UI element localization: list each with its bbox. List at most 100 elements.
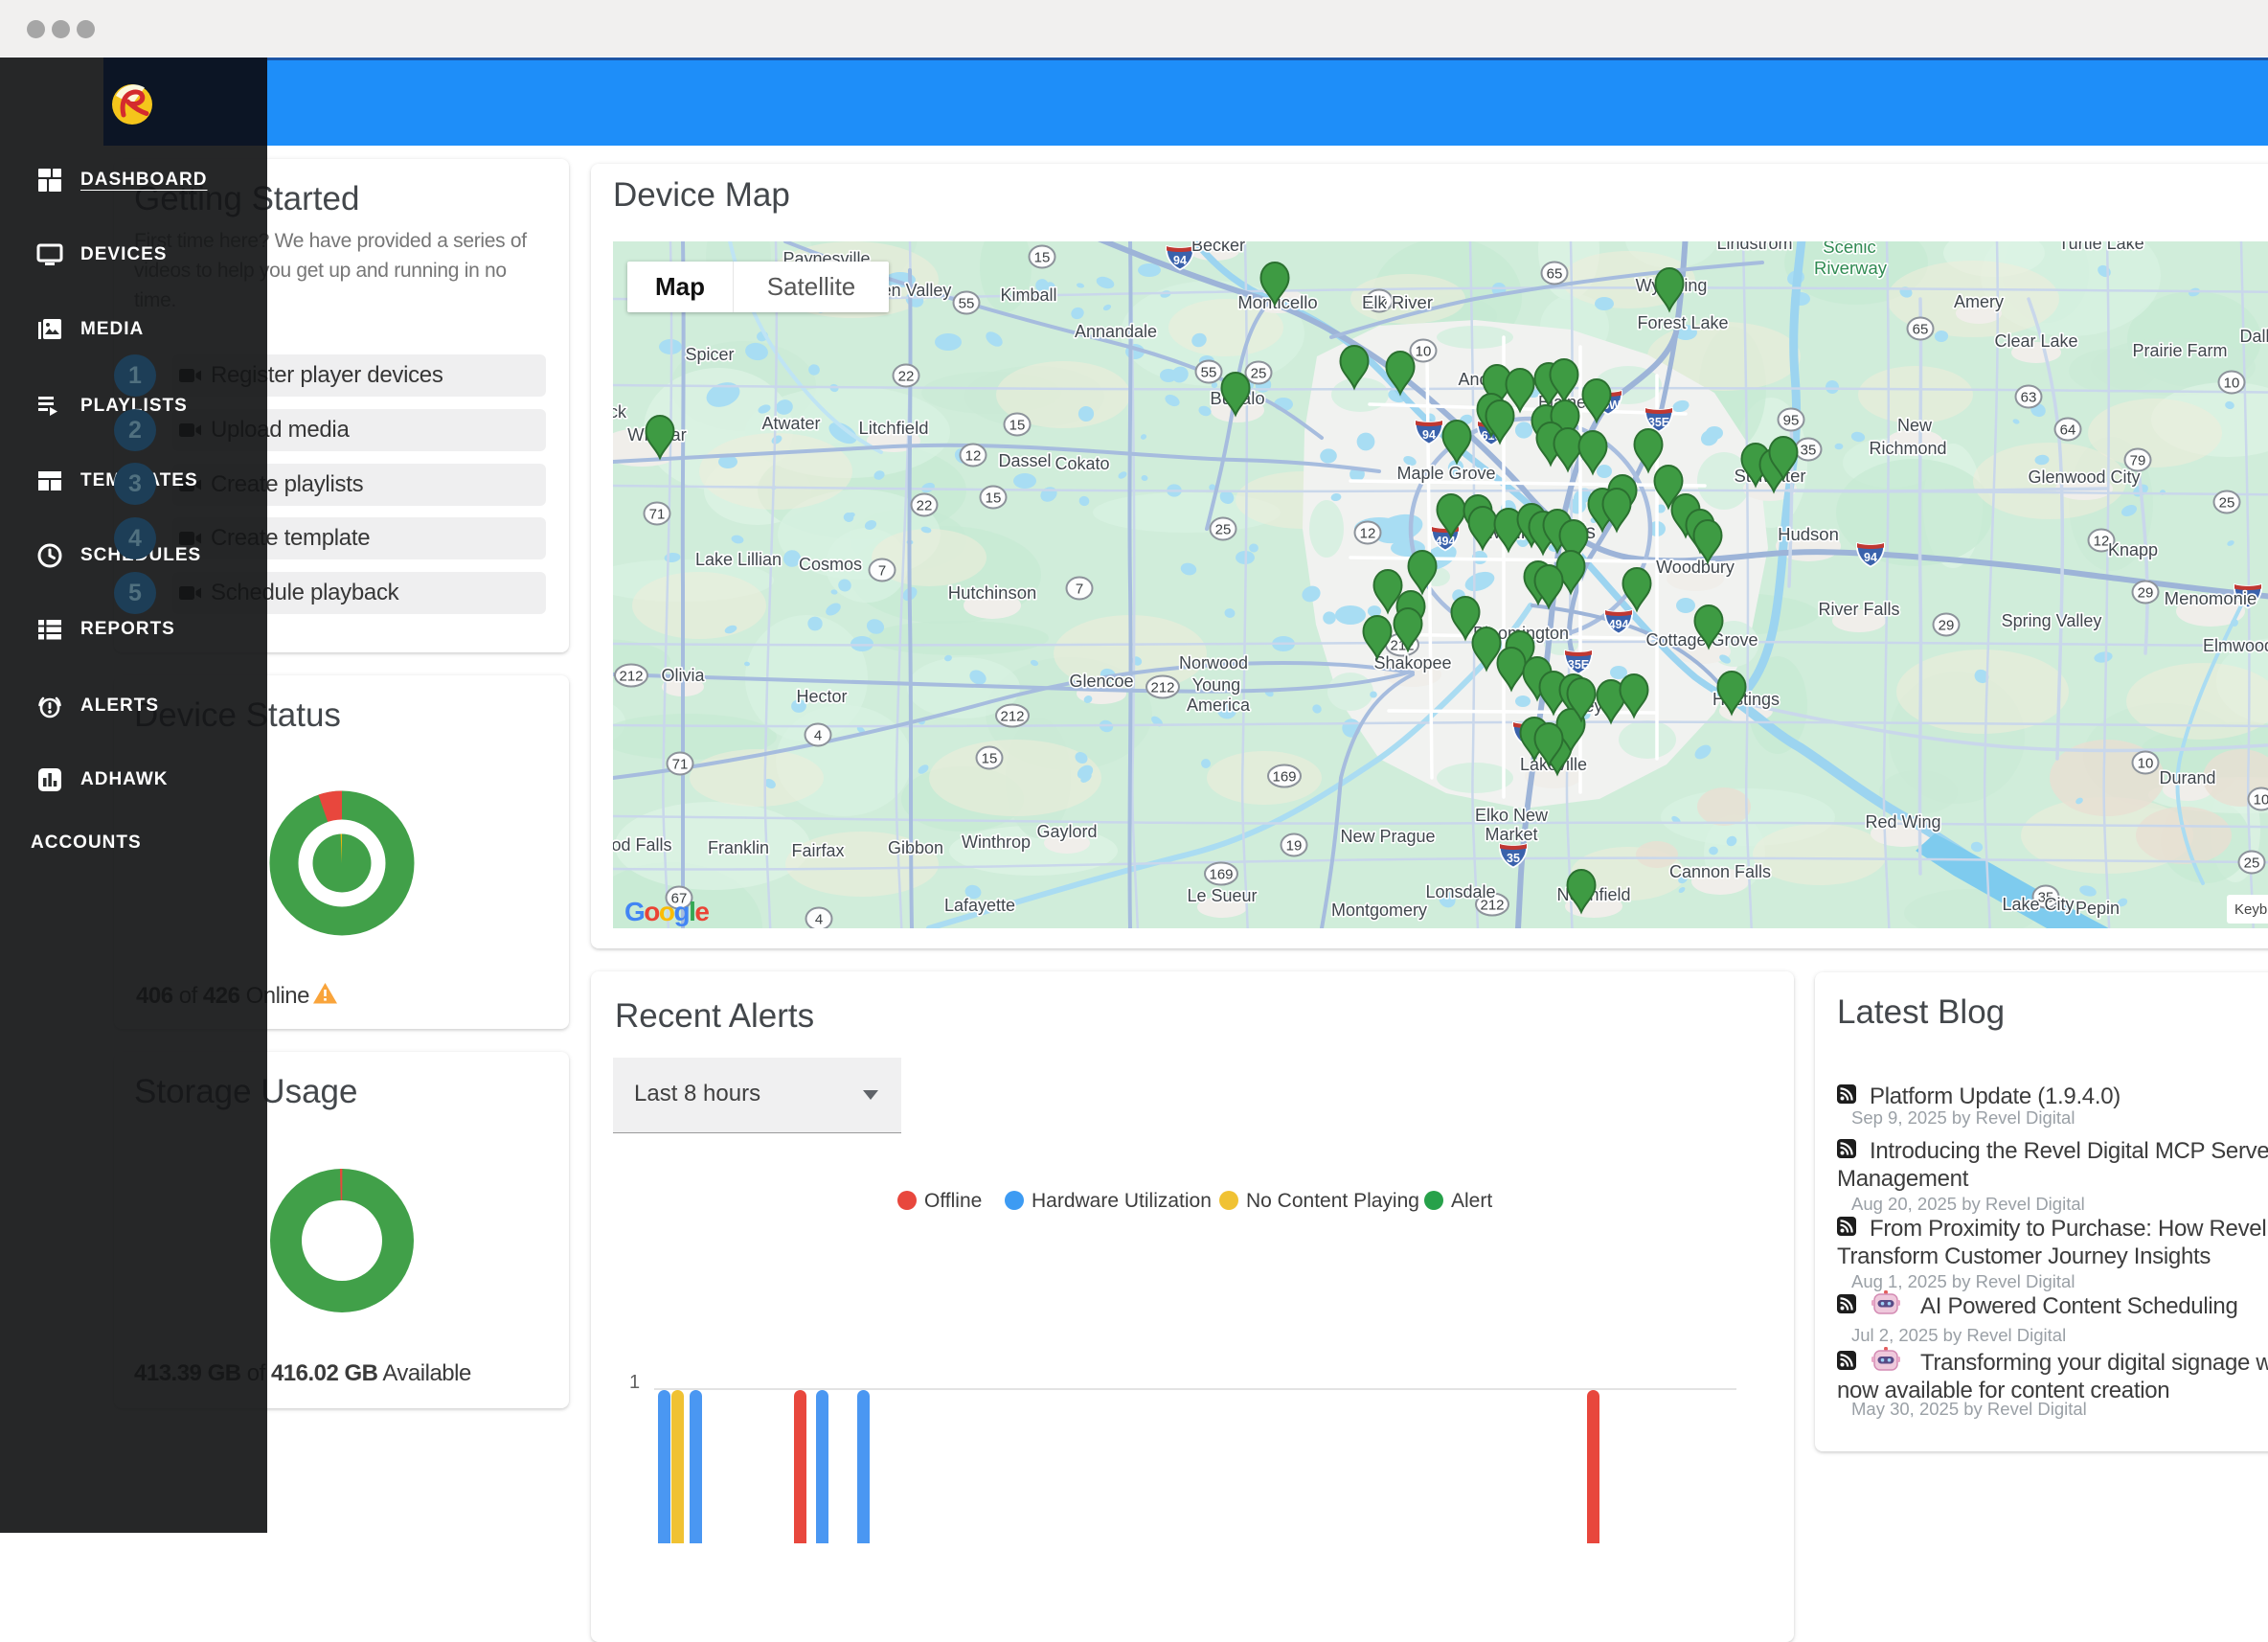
svg-text:New Prague: New Prague [1340, 827, 1435, 846]
svg-text:Glencoe: Glencoe [1069, 672, 1133, 691]
svg-text:Gibbon: Gibbon [888, 838, 943, 857]
svg-text:Menomonie: Menomonie [2165, 588, 2257, 608]
svg-text:Maple Grove: Maple Grove [1396, 464, 1495, 483]
svg-text:Scenic: Scenic [1823, 241, 1876, 257]
svg-text:29: 29 [1939, 618, 1955, 634]
svg-text:169: 169 [1209, 867, 1233, 883]
svg-text:25: 25 [2219, 495, 2235, 512]
svg-text:35E: 35E [1568, 658, 1589, 672]
svg-text:35E: 35E [1648, 416, 1669, 429]
svg-text:Hutchinson: Hutchinson [948, 582, 1037, 603]
svg-text:15: 15 [986, 490, 1002, 507]
svg-text:Annandale: Annandale [1075, 322, 1157, 341]
svg-text:10: 10 [2138, 756, 2154, 772]
svg-text:od Falls: od Falls [613, 835, 672, 855]
svg-text:12: 12 [965, 448, 982, 465]
svg-text:169: 169 [1272, 769, 1296, 786]
svg-text:55: 55 [1201, 365, 1217, 381]
svg-text:Shakopee: Shakopee [1373, 653, 1451, 673]
svg-text:Elk River: Elk River [1362, 292, 1433, 312]
svg-text:Montgomery: Montgomery [1331, 901, 1427, 920]
svg-text:Market: Market [1485, 825, 1537, 844]
svg-text:10: 10 [2224, 376, 2240, 392]
svg-text:Lake Lillian: Lake Lillian [695, 550, 782, 569]
svg-text:12: 12 [1360, 526, 1376, 542]
svg-text:America: America [1187, 696, 1251, 715]
svg-text:65: 65 [1913, 322, 1929, 338]
svg-text:Le Sueur: Le Sueur [1187, 886, 1257, 905]
svg-text:Hudson: Hudson [1778, 524, 1839, 544]
svg-text:79: 79 [2130, 453, 2146, 469]
svg-text:35: 35 [1801, 443, 1817, 459]
svg-text:7: 7 [878, 563, 886, 580]
svg-text:Atwater: Atwater [761, 414, 820, 433]
svg-text:25: 25 [1251, 366, 1267, 382]
svg-text:Durand: Durand [2159, 768, 2215, 787]
svg-text:94: 94 [1173, 254, 1187, 267]
svg-text:Spring Valley: Spring Valley [2002, 611, 2102, 630]
svg-text:Riverway: Riverway [1814, 258, 1888, 278]
svg-text:7: 7 [1076, 582, 1083, 598]
svg-text:Becker: Becker [1191, 241, 1245, 255]
svg-text:494: 494 [1609, 618, 1629, 631]
svg-text:Franklin: Franklin [708, 838, 769, 857]
svg-text:Kimball: Kimball [1000, 285, 1056, 305]
svg-text:35: 35 [1507, 852, 1520, 865]
svg-text:Richmond: Richmond [1869, 439, 1946, 458]
svg-text:Hector: Hector [796, 687, 847, 706]
svg-text:Knapp: Knapp [2108, 540, 2158, 559]
svg-text:Olivia: Olivia [661, 666, 705, 685]
svg-text:4: 4 [815, 912, 823, 928]
svg-text:63: 63 [2021, 390, 2037, 406]
svg-text:4: 4 [814, 728, 822, 744]
svg-text:Elmwood: Elmwood [2203, 636, 2268, 655]
svg-text:95: 95 [1783, 413, 1800, 429]
svg-text:212: 212 [1150, 680, 1174, 696]
svg-text:10: 10 [1416, 344, 1432, 360]
svg-text:ck: ck [613, 402, 627, 422]
svg-text:29: 29 [2138, 585, 2154, 602]
svg-text:Lafayette: Lafayette [944, 896, 1015, 915]
svg-text:12: 12 [2094, 534, 2110, 550]
svg-text:64: 64 [2060, 422, 2076, 439]
svg-text:Lake City: Lake City [2002, 895, 2074, 914]
svg-text:Gaylord: Gaylord [1036, 822, 1097, 841]
svg-text:Fairfax: Fairfax [791, 841, 844, 860]
svg-text:Prairie Farm: Prairie Farm [2132, 341, 2227, 360]
svg-text:212: 212 [1000, 709, 1024, 725]
svg-text:71: 71 [672, 757, 689, 773]
svg-text:New: New [1897, 416, 1933, 435]
svg-text:Lonsdale: Lonsdale [1425, 882, 1495, 901]
svg-text:Woodbury: Woodbury [1656, 558, 1735, 577]
svg-text:Cokato: Cokato [1055, 454, 1109, 473]
svg-text:25: 25 [1215, 522, 1232, 538]
svg-text:22: 22 [898, 369, 915, 385]
svg-text:10: 10 [2254, 792, 2268, 809]
svg-text:Turtle Lake: Turtle Lake [2058, 241, 2143, 253]
svg-text:en Valley: en Valley [882, 281, 952, 300]
svg-text:94: 94 [1422, 428, 1436, 442]
svg-text:19: 19 [1286, 838, 1303, 855]
svg-text:Red Wing: Red Wing [1865, 812, 1940, 832]
svg-text:71: 71 [649, 507, 666, 523]
svg-text:65: 65 [1547, 266, 1563, 283]
svg-text:Winthrop: Winthrop [962, 832, 1031, 852]
svg-text:94: 94 [1864, 551, 1877, 564]
svg-text:Forest Lake: Forest Lake [1637, 313, 1728, 332]
svg-text:494: 494 [1436, 535, 1456, 548]
svg-text:Norwood: Norwood [1179, 653, 1248, 673]
svg-text:55: 55 [959, 296, 975, 312]
svg-text:Pepin: Pepin [2075, 899, 2120, 918]
svg-text:25: 25 [2244, 855, 2260, 872]
svg-text:Amery: Amery [1954, 292, 2004, 311]
svg-text:Litchfield: Litchfield [858, 418, 928, 438]
svg-text:15: 15 [982, 751, 998, 767]
svg-text:Dall: Dall [2239, 327, 2268, 346]
svg-text:Lindstrom: Lindstrom [1716, 241, 1792, 253]
svg-text:River Falls: River Falls [1818, 600, 1899, 619]
svg-text:Dassel: Dassel [998, 451, 1051, 470]
svg-text:22: 22 [917, 498, 933, 514]
svg-text:15: 15 [1009, 418, 1026, 434]
svg-text:Spicer: Spicer [685, 345, 734, 364]
svg-text:Cosmos: Cosmos [799, 555, 862, 574]
